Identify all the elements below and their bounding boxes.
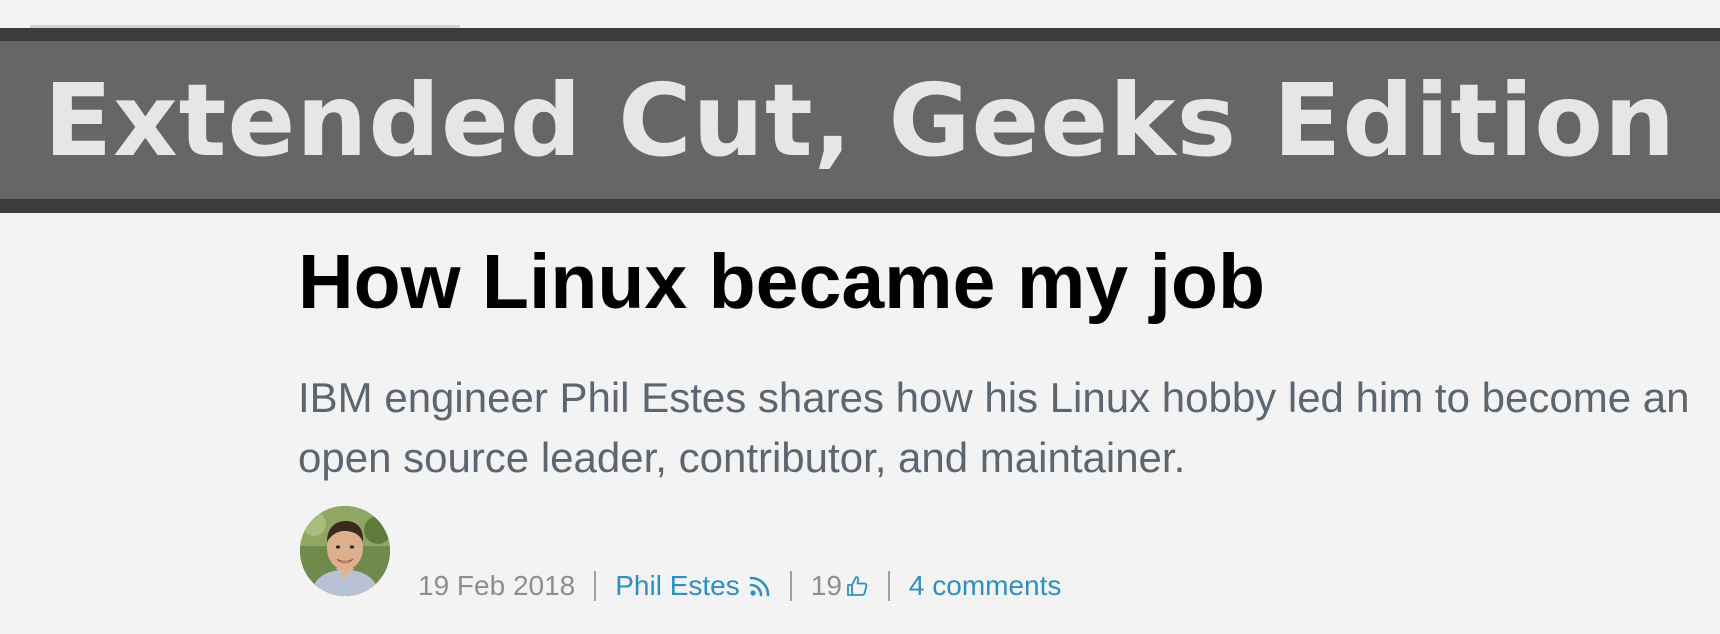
banner-title: Extended Cut, Geeks Edition [43,62,1677,179]
meta-divider [789,571,792,601]
thumbs-up-icon[interactable] [845,574,869,598]
banner: Extended Cut, Geeks Edition [0,28,1720,213]
publish-date: 19 Feb 2018 [418,570,576,601]
banner-inner: Extended Cut, Geeks Edition [0,41,1720,199]
author-avatar[interactable] [300,506,390,596]
like-count: 19 [810,570,842,601]
article-title: How Linux became my job [298,239,1265,325]
meta-divider [887,571,890,601]
avatar-photo [300,506,390,596]
author-link[interactable]: Phil Estes [615,568,740,604]
article-summary: IBM engineer Phil Estes shares how his L… [298,374,1690,481]
comments-link[interactable]: 4 comments [909,568,1062,604]
rss-icon[interactable] [749,575,771,597]
article-meta: 19 Feb 2018 Phil Estes 19 4 comments [418,568,1061,604]
meta-divider [594,571,597,601]
page: Extended Cut, Geeks Edition How Linux be… [0,0,1720,634]
